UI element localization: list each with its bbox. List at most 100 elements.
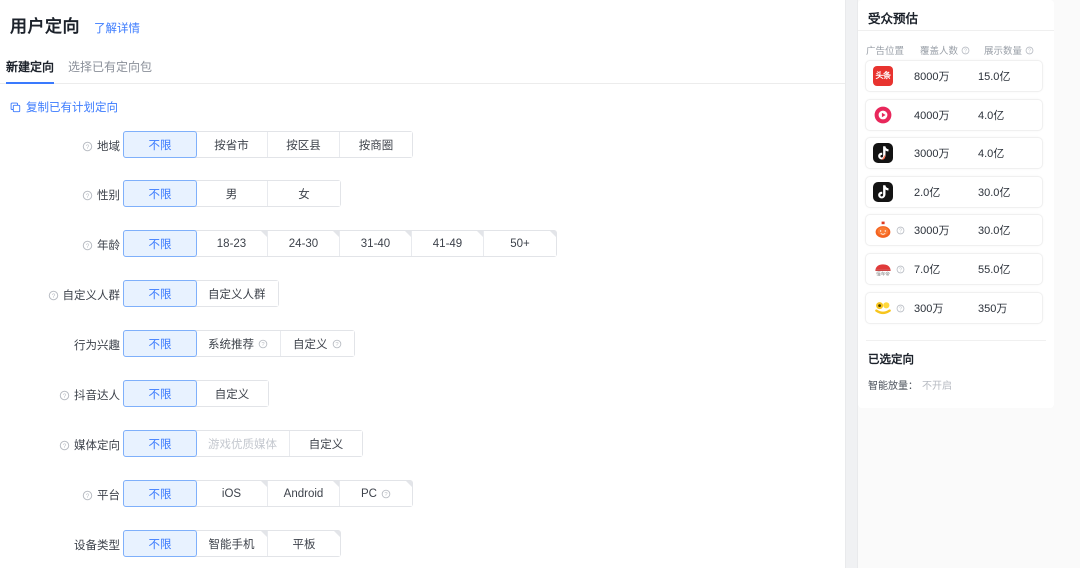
option-label: 自定义人群 — [208, 288, 266, 301]
option-region-0[interactable]: 不限 — [123, 131, 197, 158]
help-icon[interactable]: ? — [896, 265, 905, 274]
selected-targeting-title: 已选定向 — [868, 354, 914, 366]
option-label: 按省市 — [214, 139, 249, 152]
estimate-row-platform — [866, 182, 914, 202]
option-region-1[interactable]: 按省市 — [196, 132, 268, 157]
option-douyin-influencer-1[interactable]: 自定义 — [196, 381, 268, 406]
tab-existing-package[interactable]: 选择已有定向包 — [68, 58, 152, 83]
estimate-row-platform: 懂车帝? — [866, 259, 914, 279]
toutiao-icon: 头条 — [873, 66, 893, 86]
option-label: 50+ — [510, 237, 530, 250]
option-platform-2[interactable]: Android — [268, 481, 340, 506]
estimate-row-impressions: 350万 — [978, 303, 1008, 315]
option-device-type-1[interactable]: 智能手机 — [196, 531, 268, 556]
label-douyin-influencer-text: 抖音达人 — [74, 390, 120, 402]
help-icon[interactable]: ? — [48, 290, 59, 301]
estimate-table-header: 广告位置 覆盖人数 ? 展示数量 ? — [866, 43, 1048, 57]
help-icon[interactable]: ? — [59, 390, 70, 401]
option-region-3[interactable]: 按商圈 — [340, 132, 412, 157]
option-gender-2[interactable]: 女 — [268, 181, 340, 206]
help-icon[interactable]: ? — [1025, 46, 1034, 55]
option-label: 男 — [225, 188, 238, 201]
option-device-type-0[interactable]: 不限 — [123, 530, 197, 557]
pipixia-icon — [873, 298, 893, 318]
form-row-custom-audience: ? 自定义人群 不限 自定义人群 — [0, 277, 845, 327]
option-age-3[interactable]: 31-40 — [340, 231, 412, 256]
panel-divider — [858, 30, 1054, 31]
button-group-douyin-influencer: 不限 自定义 — [123, 380, 269, 407]
button-group-region: 不限 按省市 按区县 按商圈 — [123, 131, 413, 158]
svg-text:?: ? — [1028, 48, 1031, 54]
main-column: 用户定向 了解详情 新建定向 选择已有定向包 复制已有计划定向 ? 地域 不限 按省市… — [0, 0, 845, 568]
help-icon[interactable]: ? — [82, 490, 93, 501]
targeting-page: 用户定向 了解详情 新建定向 选择已有定向包 复制已有计划定向 ? 地域 不限 按省市… — [0, 0, 1080, 568]
option-gender-0[interactable]: 不限 — [123, 180, 197, 207]
option-platform-3[interactable]: PC? — [340, 481, 412, 506]
smart-expansion-label: 智能放量： — [868, 381, 918, 392]
option-label: 不限 — [148, 188, 172, 201]
option-label: iOS — [221, 487, 242, 500]
option-platform-0[interactable]: 不限 — [123, 480, 197, 507]
option-gender-1[interactable]: 男 — [196, 181, 268, 206]
option-platform-1[interactable]: iOS — [196, 481, 268, 506]
option-device-type-2[interactable]: 平板 — [268, 531, 340, 556]
option-label: 18-23 — [216, 237, 247, 250]
fanqie-novel-icon — [873, 220, 893, 240]
option-age-4[interactable]: 41-49 — [412, 231, 484, 256]
help-icon[interactable]: ? — [82, 141, 93, 152]
help-icon[interactable]: ? — [258, 339, 268, 349]
help-icon[interactable]: ? — [332, 339, 342, 349]
option-custom-audience-1[interactable]: 自定义人群 — [196, 281, 278, 306]
estimate-row: ? 300万 350万 — [865, 292, 1043, 324]
copy-icon — [10, 102, 21, 112]
option-region-2[interactable]: 按区县 — [268, 132, 340, 157]
option-custom-audience-0[interactable]: 不限 — [123, 280, 197, 307]
option-behavior-interest-1[interactable]: 系统推荐? — [196, 331, 281, 356]
tab-new-targeting[interactable]: 新建定向 — [6, 58, 55, 84]
label-device-type-text: 设备类型 — [74, 540, 120, 552]
label-platform: ? 平台 — [0, 480, 120, 510]
col-header-impressions-label: 展示数量 — [984, 46, 1023, 57]
estimate-row: ? 3000万 30.0亿 — [865, 214, 1043, 246]
option-label: 系统推荐 — [208, 338, 254, 351]
label-gender: ? 性别 — [0, 180, 120, 210]
estimate-row-impressions: 30.0亿 — [978, 225, 1011, 237]
form-row-gender: ? 性别 不限 男 女 — [0, 177, 845, 227]
label-douyin-influencer: ? 抖音达人 — [0, 380, 120, 410]
option-media-targeting-1: 游戏优质媒体 — [196, 431, 290, 456]
help-icon[interactable]: ? — [59, 440, 70, 451]
copy-existing-plan-label: 复制已有计划定向 — [26, 102, 118, 114]
copy-existing-plan-link[interactable]: 复制已有计划定向 — [10, 99, 118, 115]
button-group-custom-audience: 不限 自定义人群 — [123, 280, 279, 307]
help-icon[interactable]: ? — [381, 489, 391, 499]
option-label: 41-49 — [432, 237, 463, 250]
option-douyin-influencer-0[interactable]: 不限 — [123, 380, 197, 407]
button-group-device-type: 不限 智能手机 平板 — [123, 530, 341, 557]
col-header-reach: 覆盖人数 ? — [920, 43, 984, 57]
option-age-2[interactable]: 24-30 — [268, 231, 340, 256]
option-label: 自定义 — [308, 438, 344, 451]
label-region-text: 地域 — [97, 141, 120, 153]
help-icon[interactable]: ? — [896, 226, 905, 235]
help-icon[interactable]: ? — [896, 304, 905, 313]
option-media-targeting-2[interactable]: 自定义 — [290, 431, 362, 456]
form-row-behavior-interest: 行为兴趣 不限 系统推荐? 自定义? — [0, 327, 845, 377]
estimate-row-impressions: 4.0亿 — [978, 148, 1005, 160]
help-icon[interactable]: ? — [82, 190, 93, 201]
learn-more-link[interactable]: 了解详情 — [94, 20, 140, 36]
option-label: 按商圈 — [358, 139, 394, 152]
douyin-huoshan-icon — [873, 143, 893, 163]
help-icon[interactable]: ? — [82, 240, 93, 251]
dongchedi-icon: 懂车帝 — [873, 259, 893, 279]
form-row-age: ? 年龄 不限 18-23 24-30 31-40 41-49 50+ — [0, 227, 845, 277]
option-behavior-interest-2[interactable]: 自定义? — [281, 331, 354, 356]
option-label: 女 — [298, 188, 310, 201]
option-age-5[interactable]: 50+ — [484, 231, 556, 256]
help-icon[interactable]: ? — [961, 46, 970, 55]
option-age-1[interactable]: 18-23 — [196, 231, 268, 256]
option-behavior-interest-0[interactable]: 不限 — [123, 330, 197, 357]
svg-text:?: ? — [899, 228, 902, 234]
option-age-0[interactable]: 不限 — [123, 230, 197, 257]
estimate-row-platform: ? — [866, 220, 914, 240]
option-media-targeting-0[interactable]: 不限 — [123, 430, 197, 457]
